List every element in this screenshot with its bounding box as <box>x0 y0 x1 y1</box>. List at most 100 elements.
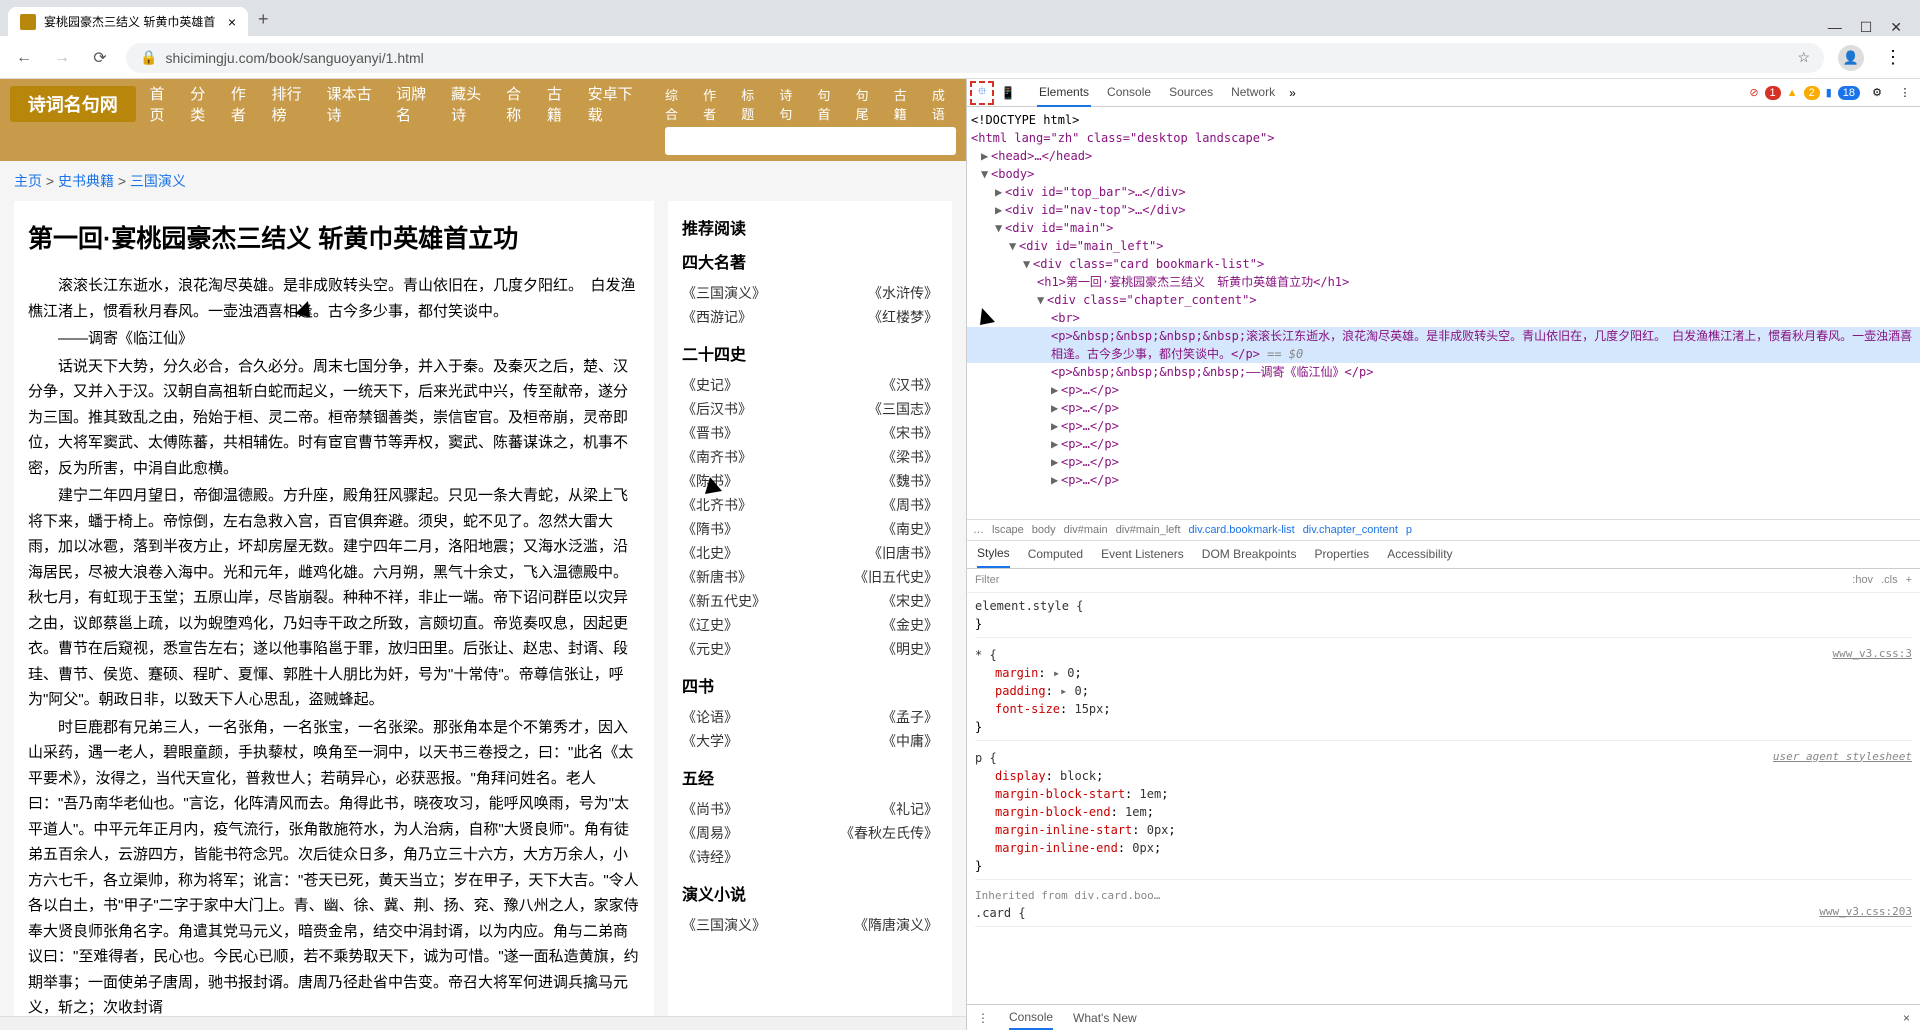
book-link[interactable]: 《周书》 <box>882 495 938 515</box>
site-logo[interactable]: 诗词名句网 <box>10 86 136 122</box>
book-link[interactable]: 《南史》 <box>882 519 938 539</box>
book-link[interactable]: 《陈书》 <box>682 471 738 491</box>
book-link[interactable]: 《晋书》 <box>682 423 738 443</box>
book-link[interactable]: 《后汉书》 <box>682 399 752 419</box>
book-link[interactable]: 《尚书》 <box>682 799 738 819</box>
styles-tab[interactable]: Computed <box>1028 541 1083 567</box>
nav-item[interactable]: 藏头诗 <box>451 83 494 125</box>
add-rule-button[interactable]: + <box>1906 574 1912 586</box>
maximize-button[interactable]: ☐ <box>1860 19 1873 36</box>
nav-item[interactable]: 课本古诗 <box>327 83 384 125</box>
book-link[interactable]: 《水浒传》 <box>868 283 938 303</box>
book-link[interactable]: 《三国演义》 <box>682 283 766 303</box>
book-link[interactable]: 《宋书》 <box>882 423 938 443</box>
search-category[interactable]: 成语 <box>932 85 956 123</box>
devtools-settings-icon[interactable]: ⚙ <box>1866 82 1888 104</box>
styles-tab[interactable]: DOM Breakpoints <box>1202 541 1297 567</box>
book-link[interactable]: 《周易》 <box>682 823 738 843</box>
styles-tab[interactable]: Properties <box>1314 541 1369 567</box>
book-link[interactable]: 《中庸》 <box>882 731 938 751</box>
dom-crumb[interactable]: div.card.bookmark-list <box>1189 524 1295 536</box>
search-category[interactable]: 标题 <box>741 85 765 123</box>
book-link[interactable]: 《隋唐演义》 <box>854 915 938 935</box>
dom-crumb[interactable]: div.chapter_content <box>1303 524 1398 536</box>
styles-tab[interactable]: Event Listeners <box>1101 541 1184 567</box>
book-link[interactable]: 《西游记》 <box>682 307 752 327</box>
search-category[interactable]: 句尾 <box>856 85 880 123</box>
minimize-button[interactable]: — <box>1828 19 1842 36</box>
user-avatar[interactable]: 👤 <box>1838 45 1864 71</box>
styles-tab[interactable]: Styles <box>977 540 1010 568</box>
book-link[interactable]: 《元史》 <box>682 639 738 659</box>
horizontal-scrollbar[interactable] <box>0 1016 966 1030</box>
book-link[interactable]: 《红楼梦》 <box>868 307 938 327</box>
book-link[interactable]: 《孟子》 <box>882 707 938 727</box>
hov-toggle[interactable]: :hov <box>1852 574 1873 586</box>
close-drawer-button[interactable]: × <box>1903 1011 1910 1025</box>
dom-crumb[interactable]: lscape <box>992 524 1024 536</box>
book-link[interactable]: 《隋书》 <box>682 519 738 539</box>
book-link[interactable]: 《金史》 <box>882 615 938 635</box>
nav-item[interactable]: 作者 <box>231 83 260 125</box>
dom-crumb[interactable]: p <box>1406 524 1412 536</box>
breadcrumb-home[interactable]: 主页 <box>14 173 42 189</box>
book-link[interactable]: 《三国志》 <box>868 399 938 419</box>
devtools-tab[interactable]: Console <box>1105 79 1153 107</box>
dom-crumb[interactable]: body <box>1032 524 1056 536</box>
console-drawer-menu[interactable]: ⋮ <box>977 1011 989 1025</box>
error-count[interactable]: 1 <box>1765 86 1781 100</box>
address-bar[interactable]: 🔒 shicimingju.com/book/sanguoyanyi/1.htm… <box>126 43 1824 73</box>
close-window-button[interactable]: ✕ <box>1890 19 1902 36</box>
search-category[interactable]: 诗句 <box>779 85 803 123</box>
book-link[interactable]: 《诗经》 <box>682 847 738 867</box>
book-link[interactable]: 《礼记》 <box>882 799 938 819</box>
reload-button[interactable]: ⟳ <box>88 46 112 70</box>
device-toolbar-button[interactable]: 📱 <box>997 82 1019 104</box>
styles-pane[interactable]: element.style {} www_v3.css:3 * { margin… <box>967 593 1920 1005</box>
styles-tab[interactable]: Accessibility <box>1387 541 1452 567</box>
back-button[interactable]: ← <box>12 46 36 70</box>
dom-crumb[interactable]: div#main_left <box>1116 524 1181 536</box>
book-link[interactable]: 《汉书》 <box>882 375 938 395</box>
nav-item[interactable]: 排行榜 <box>272 83 315 125</box>
book-link[interactable]: 《论语》 <box>682 707 738 727</box>
bookmark-star-icon[interactable]: ☆ <box>1797 49 1810 66</box>
dom-breadcrumb[interactable]: … lscape body div#main div#main_left div.card… <box>967 519 1920 541</box>
book-link[interactable]: 《北史》 <box>682 543 738 563</box>
new-tab-button[interactable]: + <box>248 3 279 36</box>
devtools-tab[interactable]: Sources <box>1167 79 1215 107</box>
search-category[interactable]: 综合 <box>665 85 689 123</box>
inspect-element-button[interactable]: ⯐ <box>971 82 993 104</box>
book-link[interactable]: 《新唐书》 <box>682 567 752 587</box>
whatsnew-drawer-tab[interactable]: What's New <box>1073 1007 1137 1029</box>
nav-item[interactable]: 首页 <box>150 83 179 125</box>
devtools-tab[interactable]: Network <box>1229 79 1277 107</box>
book-link[interactable]: 《宋史》 <box>882 591 938 611</box>
chrome-menu-button[interactable]: ⋮ <box>1878 47 1908 68</box>
console-drawer-tab[interactable]: Console <box>1009 1006 1053 1030</box>
devtools-tab[interactable]: Elements <box>1037 79 1091 107</box>
nav-item[interactable]: 安卓下载 <box>588 83 645 125</box>
book-link[interactable]: 《南齐书》 <box>682 447 752 467</box>
nav-item[interactable]: 古籍 <box>547 83 576 125</box>
cls-toggle[interactable]: .cls <box>1881 574 1898 586</box>
selected-dom-node[interactable]: ⋯ <p>&nbsp;&nbsp;&nbsp;&nbsp;滚滚长江东逝水，浪花淘… <box>967 327 1920 363</box>
dom-crumb[interactable]: div#main <box>1064 524 1108 536</box>
book-link[interactable]: 《三国演义》 <box>682 915 766 935</box>
book-link[interactable]: 《北齐书》 <box>682 495 752 515</box>
book-link[interactable]: 《旧唐书》 <box>868 543 938 563</box>
devtools-menu-icon[interactable]: ⋮ <box>1894 82 1916 104</box>
nav-item[interactable]: 词牌名 <box>396 83 439 125</box>
book-link[interactable]: 《梁书》 <box>882 447 938 467</box>
book-link[interactable]: 《史记》 <box>682 375 738 395</box>
search-category[interactable]: 句首 <box>818 85 842 123</box>
search-input[interactable] <box>665 127 956 155</box>
search-category[interactable]: 古籍 <box>894 85 918 123</box>
nav-item[interactable]: 合称 <box>506 83 535 125</box>
more-tabs-button[interactable]: » <box>1289 86 1296 100</box>
dom-crumb[interactable]: … <box>973 524 984 536</box>
book-link[interactable]: 《魏书》 <box>882 471 938 491</box>
book-link[interactable]: 《辽史》 <box>682 615 738 635</box>
book-link[interactable]: 《明史》 <box>882 639 938 659</box>
breadcrumb-book[interactable]: 三国演义 <box>130 173 186 189</box>
